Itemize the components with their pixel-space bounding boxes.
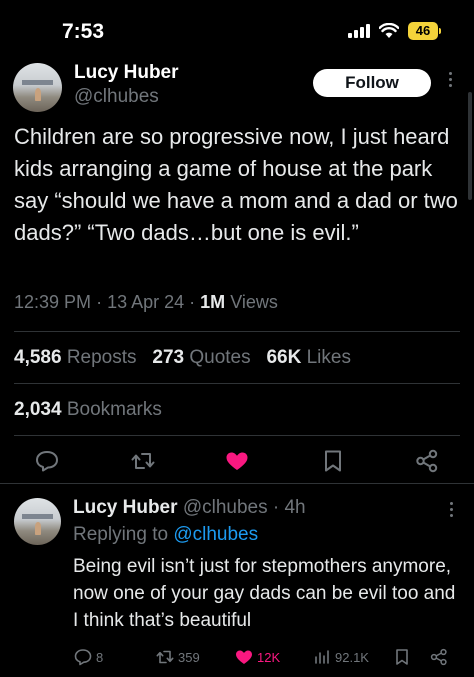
engagement-stats: 4,586 Reposts 273 Quotes 66K Likes <box>14 347 351 369</box>
reply-text: Being evil isn’t just for stepmothers an… <box>73 556 456 631</box>
status-time: 7:53 <box>62 20 105 43</box>
divider <box>14 331 460 332</box>
replying-to-label: Replying to <box>73 524 169 545</box>
views-icon <box>315 650 329 664</box>
likes-count: 66K <box>266 347 302 368</box>
reply-icon[interactable] <box>34 448 60 474</box>
wifi-icon <box>378 22 400 39</box>
reply-separator: · <box>272 497 280 518</box>
reply-header: Lucy Huber @clhubes · 4h <box>73 497 306 519</box>
reply-reply-button[interactable]: 8 <box>73 646 103 668</box>
status-bar: 7:53 46 <box>0 0 474 58</box>
replying-to-handle[interactable]: @clhubes <box>173 524 258 545</box>
reply-icon <box>74 649 92 666</box>
like-icon <box>236 650 252 664</box>
battery-icon: 46 <box>408 22 438 40</box>
repost-icon <box>156 650 174 664</box>
bookmarks-label: Bookmarks <box>66 399 162 420</box>
meta-separator: · <box>189 292 196 312</box>
reply-author-handle[interactable]: @clhubes <box>183 497 268 518</box>
views-label: Views <box>230 292 278 312</box>
reply-like-button[interactable]: 12K <box>234 646 280 668</box>
share-icon <box>430 648 447 666</box>
reply-repost-count: 359 <box>178 649 200 665</box>
bookmarks-count: 2,034 <box>14 399 62 420</box>
reply-views-button[interactable]: 92.1K <box>312 646 369 668</box>
reply-repost-button[interactable]: 359 <box>155 646 200 668</box>
views-count: 1M <box>200 292 226 312</box>
like-icon[interactable] <box>224 448 250 474</box>
divider <box>14 383 460 384</box>
more-icon[interactable] <box>449 72 453 90</box>
repost-icon[interactable] <box>130 448 156 474</box>
author-name[interactable]: Lucy Huber <box>74 62 179 84</box>
tweet-text: Children are so progressive now, I just … <box>14 124 458 245</box>
tweet-meta: 12:39 PM · 13 Apr 24 · 1M Views <box>14 292 278 313</box>
replying-to: Replying to @clhubes <box>73 524 258 546</box>
reposts-stat[interactable]: 4,586 Reposts <box>14 347 137 368</box>
reply-avatar[interactable] <box>14 498 61 545</box>
signal-icon <box>348 24 370 38</box>
meta-separator: · <box>96 292 103 312</box>
quotes-count: 273 <box>152 347 185 368</box>
follow-button[interactable]: Follow <box>313 69 431 97</box>
reply-age: 4h <box>284 497 306 518</box>
reply-bookmark-button[interactable] <box>392 646 412 668</box>
quotes-stat[interactable]: 273 Quotes <box>152 347 250 368</box>
likes-label: Likes <box>306 347 351 368</box>
tweet-time: 12:39 PM <box>14 292 92 312</box>
scrollbar[interactable] <box>468 92 472 200</box>
bookmarks-stat[interactable]: 2,034 Bookmarks <box>14 399 162 421</box>
reposts-count: 4,586 <box>14 347 62 368</box>
avatar[interactable] <box>13 63 62 112</box>
author-handle[interactable]: @clhubes <box>74 86 159 108</box>
divider <box>0 483 474 484</box>
reposts-label: Reposts <box>66 347 137 368</box>
battery-tip <box>439 28 441 34</box>
share-icon[interactable] <box>414 448 440 474</box>
likes-stat[interactable]: 66K Likes <box>266 347 351 368</box>
bookmark-icon <box>396 649 408 665</box>
tweet-date: 13 Apr 24 <box>107 292 185 312</box>
reply-reply-count: 8 <box>96 649 104 665</box>
reply-share-button[interactable] <box>429 646 449 668</box>
reply-view-count: 92.1K <box>335 649 369 665</box>
quotes-label: Quotes <box>189 347 251 368</box>
reply-like-count: 12K <box>257 649 281 665</box>
bookmark-icon[interactable] <box>320 448 346 474</box>
reply-more-icon[interactable] <box>450 502 454 520</box>
divider <box>14 435 460 436</box>
reply-author-name[interactable]: Lucy Huber <box>73 497 178 518</box>
